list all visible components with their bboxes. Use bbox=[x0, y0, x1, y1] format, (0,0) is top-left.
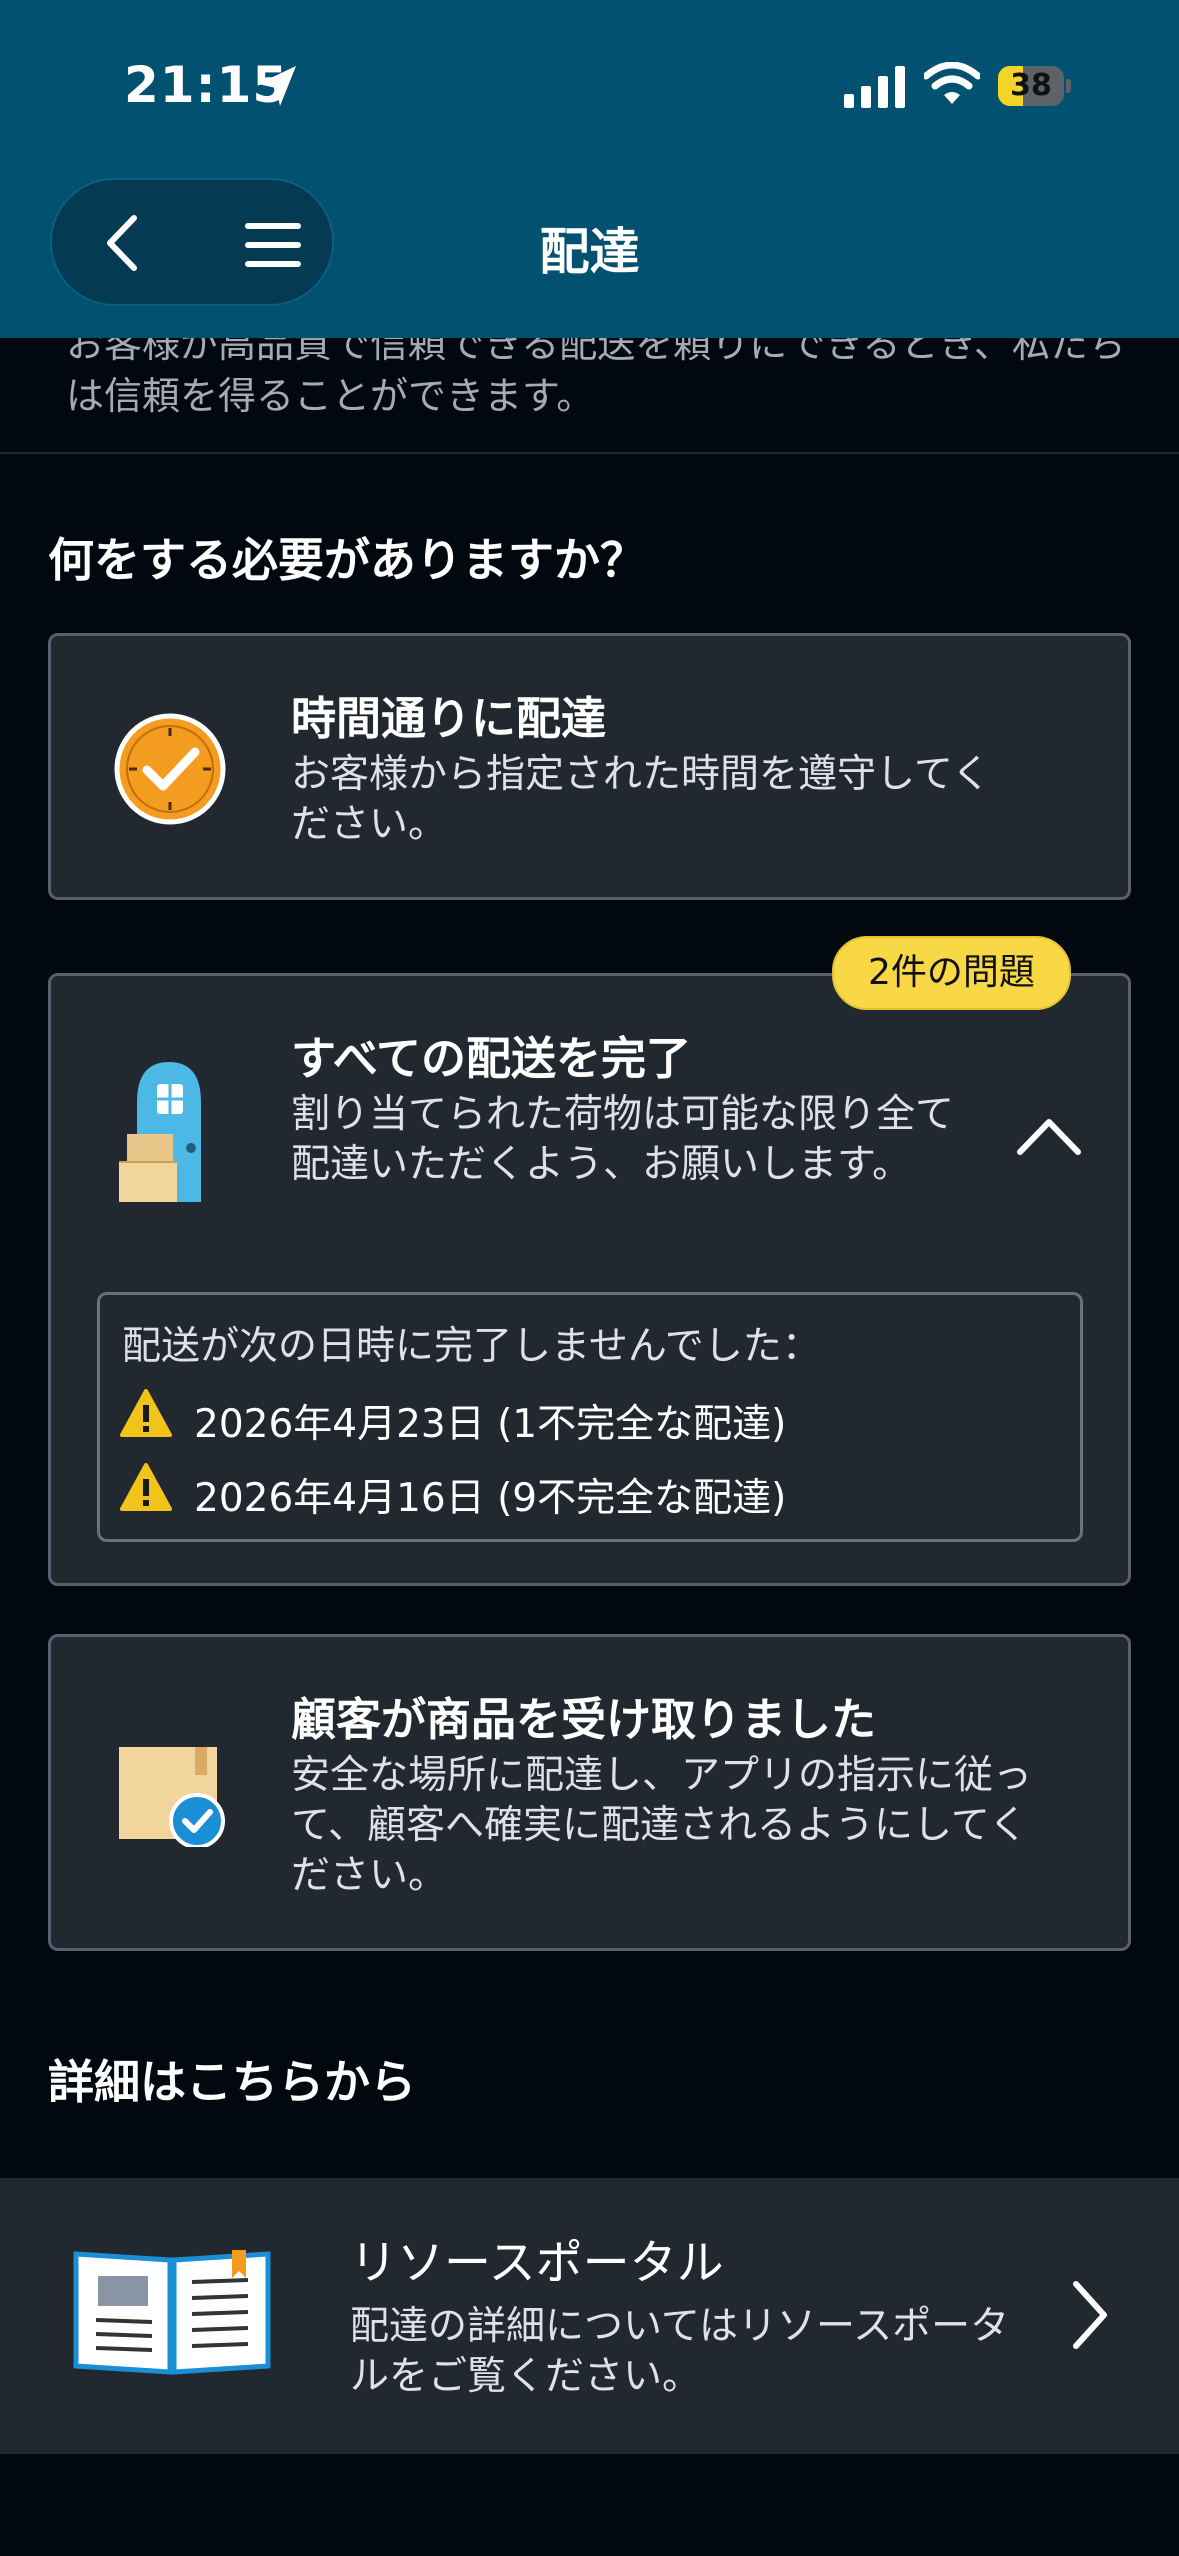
signal-icon bbox=[844, 66, 905, 108]
warning-icon bbox=[120, 1389, 172, 1437]
card-on-time[interactable]: 時間通りに配達 お客様から指定された時間を遵守してください。 bbox=[48, 633, 1131, 900]
issues-badge: 2件の問題 bbox=[832, 936, 1071, 1010]
location-arrow-icon bbox=[258, 66, 296, 106]
wifi-icon bbox=[924, 62, 980, 104]
missed-item-text: 2026年4月16日 (9不完全な配達) bbox=[194, 1476, 787, 1521]
battery-level: 38 bbox=[1010, 68, 1052, 103]
card-description: 安全な場所に配達し、アプリの指示に従って、顧客へ確実に配達されるようにしてくださ… bbox=[291, 1753, 1033, 1898]
divider bbox=[0, 452, 1179, 454]
card-complete-all[interactable]: すべての配送を完了 割り当てられた荷物は可能な限り全て配達いただくよう、お願いし… bbox=[48, 973, 1131, 1586]
app-header: 21:15 38 配達 bbox=[0, 0, 1179, 338]
card-customer-received[interactable]: 顧客が商品を受け取りました 安全な場所に配達し、アプリの指示に従って、顧客へ確実… bbox=[48, 1634, 1131, 1951]
warning-icon bbox=[120, 1463, 172, 1511]
chevron-right-icon bbox=[1073, 2281, 1107, 2349]
needs-heading: 何をする必要がありますか？ bbox=[48, 533, 646, 587]
card-description: 割り当てられた荷物は可能な限り全て配達いただくよう、お願いします。 bbox=[291, 1092, 955, 1187]
card-title: 顧客が商品を受け取りました bbox=[291, 1693, 877, 1746]
battery-icon: 38 bbox=[998, 66, 1071, 106]
details-heading: 詳細はこちらから bbox=[48, 2055, 416, 2109]
missed-deliveries-box: 配送が次の日時に完了しませんでした： 2026年4月23日 (1不完全な配達) … bbox=[97, 1292, 1083, 1542]
card-description: お客様から指定された時間を遵守してください。 bbox=[291, 752, 991, 847]
missed-title: 配送が次の日時に完了しませんでした： bbox=[122, 1324, 821, 1369]
missed-item-text: 2026年4月23日 (1不完全な配達) bbox=[194, 1402, 787, 1447]
package-check-icon bbox=[119, 1747, 225, 1847]
door-packages-icon bbox=[119, 1062, 201, 1202]
book-icon bbox=[73, 2250, 271, 2375]
card-title: 時間通りに配達 bbox=[291, 692, 607, 745]
card-title: すべての配送を完了 bbox=[291, 1032, 692, 1085]
clock-check-icon bbox=[114, 713, 226, 825]
resource-portal-item[interactable]: リソースポータル 配達の詳細についてはリソースポータルをご覧ください。 bbox=[0, 2178, 1179, 2454]
resource-title: リソースポータル bbox=[350, 2236, 724, 2291]
resource-description: 配達の詳細についてはリソースポータルをご覧ください。 bbox=[350, 2304, 1010, 2399]
page-title: 配達 bbox=[539, 223, 640, 281]
chevron-up-icon[interactable] bbox=[1016, 1116, 1082, 1156]
